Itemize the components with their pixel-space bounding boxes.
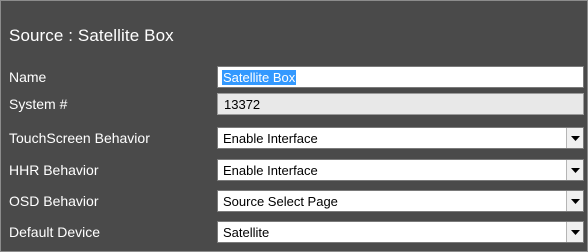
default-device-row: Default Device Satellite (1, 221, 588, 243)
hhr-behavior-value: Enable Interface (223, 163, 318, 178)
name-input[interactable]: Satellite Box (217, 66, 584, 88)
default-device-label: Default Device (9, 224, 101, 240)
system-number-row: System # 13372 (1, 93, 588, 115)
osd-behavior-select[interactable]: Source Select Page (217, 190, 584, 212)
panel-title: Source : Satellite Box (9, 26, 174, 45)
touchscreen-behavior-dropdown-button[interactable] (566, 128, 583, 148)
hhr-behavior-dropdown-button[interactable] (566, 160, 583, 180)
default-device-select[interactable]: Satellite (217, 221, 584, 243)
hhr-behavior-select[interactable]: Enable Interface (217, 159, 584, 181)
chevron-down-icon (571, 168, 580, 173)
system-number-value: 13372 (224, 97, 261, 112)
touchscreen-behavior-row: TouchScreen Behavior Enable Interface (1, 127, 588, 149)
hhr-behavior-label: HHR Behavior (9, 162, 99, 178)
hhr-behavior-row: HHR Behavior Enable Interface (1, 159, 588, 181)
name-row: Name Satellite Box (1, 66, 588, 88)
touchscreen-behavior-value: Enable Interface (223, 131, 318, 146)
touchscreen-behavior-select[interactable]: Enable Interface (217, 127, 584, 149)
default-device-value: Satellite (223, 225, 270, 240)
system-number-field: 13372 (217, 93, 584, 115)
osd-behavior-dropdown-button[interactable] (566, 191, 583, 211)
name-value: Satellite Box (222, 70, 297, 85)
name-label: Name (9, 69, 47, 85)
system-number-label: System # (9, 96, 68, 112)
osd-behavior-value: Source Select Page (223, 194, 338, 209)
osd-behavior-label: OSD Behavior (9, 193, 99, 209)
osd-behavior-row: OSD Behavior Source Select Page (1, 190, 588, 212)
source-properties-panel: Source : Satellite Box Name Satellite Bo… (0, 0, 588, 252)
chevron-down-icon (571, 199, 580, 204)
chevron-down-icon (571, 230, 580, 235)
default-device-dropdown-button[interactable] (566, 222, 583, 242)
chevron-down-icon (571, 136, 580, 141)
touchscreen-behavior-label: TouchScreen Behavior (9, 130, 150, 146)
